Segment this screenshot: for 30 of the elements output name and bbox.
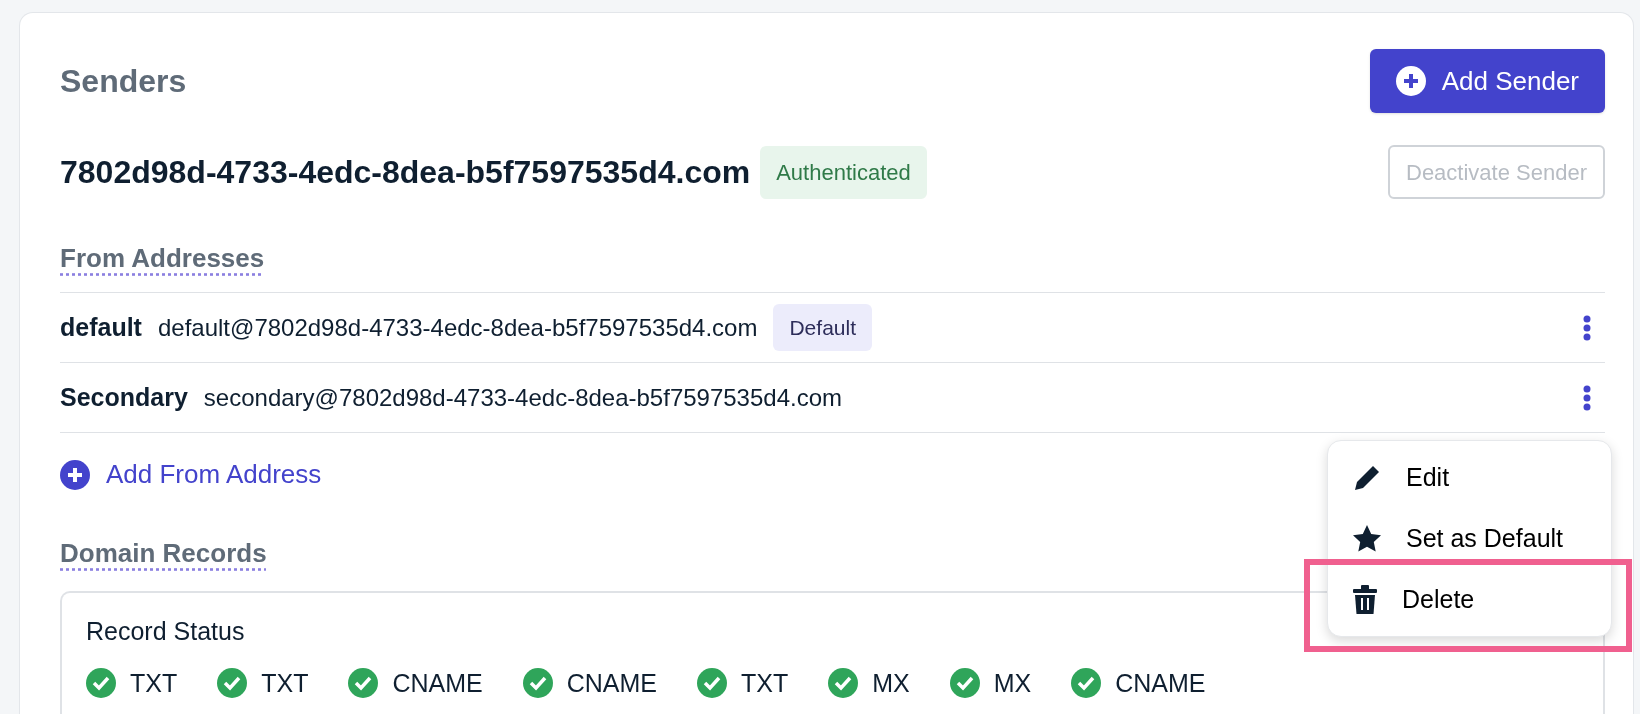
record-type: TXT: [261, 667, 309, 699]
trash-icon: [1352, 584, 1378, 615]
address-name: Secondary: [60, 381, 188, 413]
section-heading: From Addresses: [60, 243, 265, 273]
more-options-icon[interactable]: [1583, 314, 1591, 341]
section-heading: Domain Records: [60, 538, 267, 568]
status-badge: Authenticated: [760, 145, 927, 199]
email-address: secondary@7802d98d-4733-4edc-8dea-b5f7597535d4.com: [203, 382, 842, 413]
menu-item[interactable]: Edit: [1328, 447, 1611, 508]
panel-title: Record Status: [86, 617, 245, 645]
address-name: default: [60, 311, 142, 343]
plus-circle-icon: [60, 459, 90, 490]
record-type: CNAME: [1115, 667, 1206, 699]
add-from-address-link[interactable]: Add From Address: [106, 455, 322, 494]
record-type: CNAME: [566, 667, 658, 699]
record-type: TXT: [741, 667, 789, 699]
more-options-icon[interactable]: [1583, 384, 1591, 411]
star-icon: [1352, 523, 1382, 554]
default-badge: Default: [773, 303, 872, 352]
record-type: CNAME: [392, 667, 483, 699]
plus-circle-icon: [1395, 66, 1426, 96]
add-sender-button[interactable]: Add Sender: [1369, 49, 1605, 113]
record-type: TXT: [130, 667, 178, 699]
menu-item[interactable]: Set as Default: [1328, 508, 1611, 569]
page-title: Senders: [60, 62, 187, 101]
email-address: default@7802d98d-4733-4edc-8dea-b5f7597535d4.com: [157, 312, 758, 343]
menu-item[interactable]: Delete: [1328, 569, 1611, 630]
record-type: MX: [872, 667, 910, 699]
record-type: MX: [993, 667, 1032, 699]
domain-name: 7802d98d-4733-4edc-8dea-b5f7597535d4.com: [60, 153, 751, 192]
